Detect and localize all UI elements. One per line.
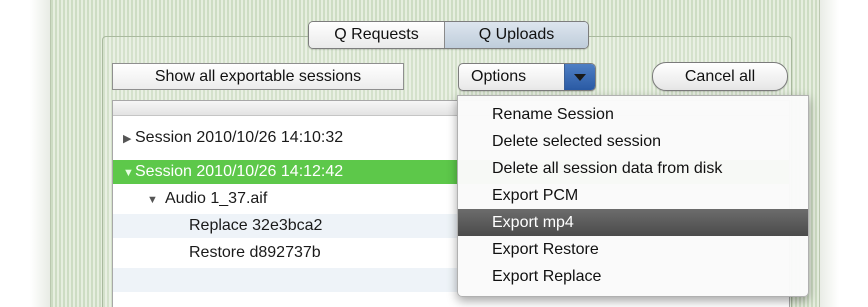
menu-item-export-mp4[interactable]: Export mp4 xyxy=(458,209,808,236)
session-label: Session 2010/10/26 14:12:42 xyxy=(135,163,344,180)
popup-arrow xyxy=(564,64,595,90)
options-popup-button[interactable]: Options xyxy=(458,63,596,91)
screenshot-stage: Q Requests Q Uploads Show all exportable… xyxy=(0,0,868,307)
show-all-sessions-button[interactable]: Show all exportable sessions xyxy=(112,63,404,90)
cancel-all-button[interactable]: Cancel all xyxy=(652,62,788,91)
menu-item-export-pcm[interactable]: Export PCM xyxy=(458,182,808,209)
menu-item-rename-session[interactable]: Rename Session xyxy=(458,101,808,128)
window-shadow-right xyxy=(819,0,839,307)
action-label: Restore d892737b xyxy=(189,244,321,261)
chevron-down-icon xyxy=(574,74,586,81)
options-label: Options xyxy=(471,68,527,85)
action-label: Replace 32e3bca2 xyxy=(189,217,323,234)
menu-item-delete-all-session-data[interactable]: Delete all session data from disk xyxy=(458,155,808,182)
tab-q-uploads[interactable]: Q Uploads xyxy=(445,22,588,48)
disclosure-down-icon[interactable]: ▼ xyxy=(123,161,135,185)
audio-file-label: Audio 1_37.aif xyxy=(165,190,268,207)
options-menu: Rename Session Delete selected session D… xyxy=(457,95,809,297)
window-shadow-left xyxy=(30,0,50,307)
tab-switcher: Q Requests Q Uploads xyxy=(308,21,589,49)
menu-item-export-replace[interactable]: Export Replace xyxy=(458,263,808,290)
disclosure-down-icon[interactable]: ▼ xyxy=(147,188,159,212)
tab-q-requests[interactable]: Q Requests xyxy=(309,22,445,48)
session-label: Session 2010/10/26 14:10:32 xyxy=(135,129,344,146)
disclosure-right-icon[interactable]: ▶ xyxy=(123,127,135,151)
menu-item-export-restore[interactable]: Export Restore xyxy=(458,236,808,263)
menu-item-delete-selected-session[interactable]: Delete selected session xyxy=(458,128,808,155)
